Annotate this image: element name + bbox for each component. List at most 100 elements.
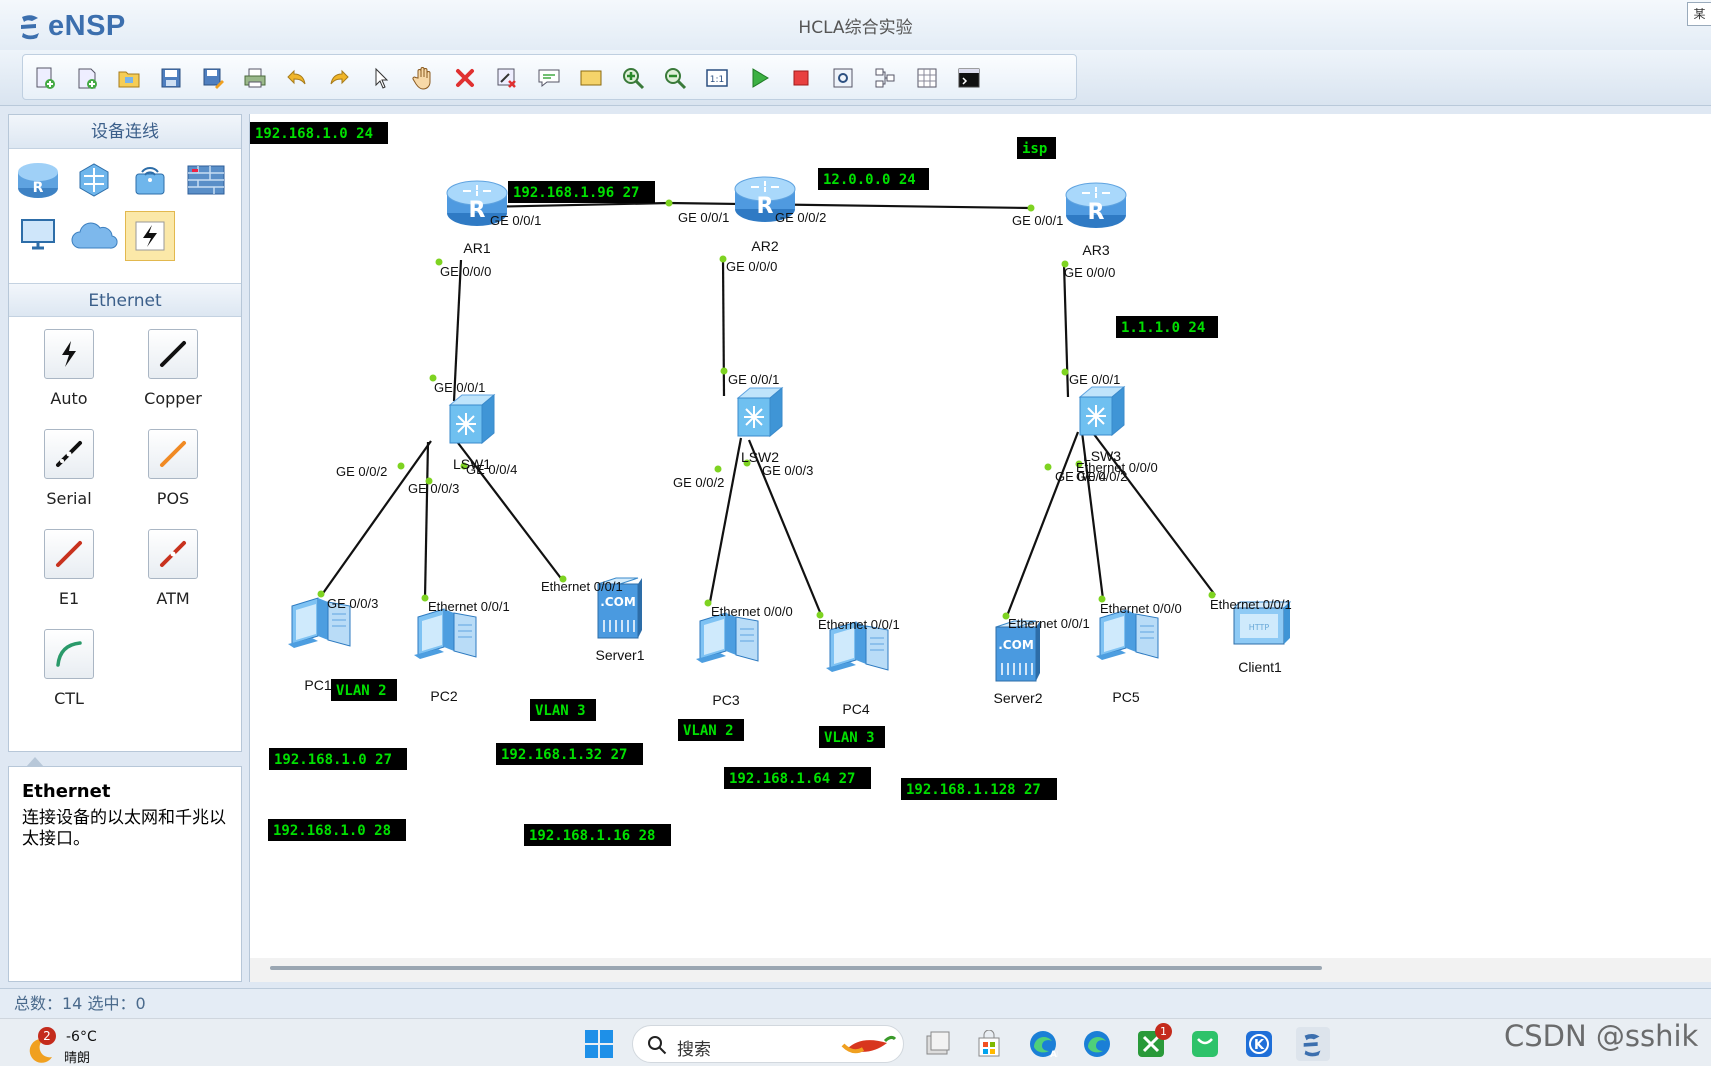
save-button[interactable] (157, 64, 185, 92)
device-ar3[interactable]: AR3 (1065, 182, 1127, 258)
zoom-in-button[interactable] (619, 64, 647, 92)
device-client1[interactable]: HTTP Client1 (1233, 601, 1291, 675)
topology-view-button[interactable] (871, 64, 899, 92)
new-topology-button[interactable] (31, 64, 59, 92)
taskbar-search[interactable]: 搜索 (632, 1025, 904, 1063)
note-label[interactable]: 192.168.1.0 28 (268, 819, 406, 841)
topology-svg[interactable]: R (250, 114, 1711, 958)
add-note-button[interactable] (535, 64, 563, 92)
k-app[interactable]: K (1242, 1027, 1276, 1061)
save-as-icon (203, 68, 224, 89)
ensp-app[interactable] (1296, 1027, 1330, 1061)
device-pc1[interactable]: PC1 (287, 597, 351, 693)
network-link[interactable] (480, 201, 670, 209)
cable-category-button[interactable] (125, 211, 175, 261)
grid-button[interactable] (913, 64, 941, 92)
note-label[interactable]: 12.0.0.0 24 (818, 168, 929, 190)
device-lsw3[interactable]: LSW3 (1079, 386, 1125, 464)
note-label[interactable]: 1.1.1.0 24 (1116, 316, 1218, 338)
cable-e1[interactable]: E1 (14, 529, 124, 625)
note-label[interactable]: 192.168.1.128 27 (901, 778, 1057, 800)
cable-pos[interactable]: POS (118, 429, 228, 525)
window-edge-button[interactable]: 某 (1687, 2, 1711, 26)
note-label[interactable]: 192.168.1.96 27 (508, 181, 655, 203)
undo-icon (287, 69, 306, 85)
device-label: Client1 (1238, 659, 1282, 675)
redo-button[interactable] (325, 64, 353, 92)
store-app[interactable] (972, 1027, 1006, 1061)
note-label[interactable]: 192.168.1.64 27 (724, 767, 871, 789)
horizontal-scrollbar-track[interactable] (250, 958, 1711, 982)
weather-widget[interactable]: 2 -6°C 晴朗 (24, 1025, 104, 1066)
wireless-category-button[interactable] (125, 155, 175, 205)
wechat-app[interactable] (1188, 1027, 1222, 1061)
status-bar: 总数：14 选中：0 (0, 988, 1711, 1018)
horizontal-scrollbar-thumb[interactable] (270, 966, 1322, 970)
note-label[interactable]: VLAN 2 (331, 679, 397, 701)
pan-button[interactable] (409, 64, 437, 92)
print-button[interactable] (241, 64, 269, 92)
add-rectangle-button[interactable] (577, 64, 605, 92)
port-dot (317, 590, 325, 598)
router-category-button[interactable]: R (13, 155, 63, 205)
cable-serial[interactable]: Serial (14, 429, 124, 525)
firewall-category-button[interactable] (181, 155, 231, 205)
network-link[interactable] (721, 257, 726, 397)
cloud-category-button[interactable] (69, 211, 119, 261)
note-label[interactable]: 192.168.1.16 28 (524, 824, 671, 846)
ensp-icon (1303, 1033, 1321, 1057)
note-text: VLAN 2 (336, 683, 387, 699)
device-server2[interactable]: .COM Server2 (993, 620, 1043, 706)
cable-atm[interactable]: ATM (118, 529, 228, 625)
cable-auto[interactable]: Auto (14, 329, 124, 425)
client-icon-text: HTTP (1249, 623, 1270, 632)
network-link[interactable] (1005, 431, 1080, 617)
cable-copper[interactable]: Copper (118, 329, 228, 425)
note-label[interactable]: VLAN 3 (819, 726, 885, 748)
device-lsw2[interactable]: LSW2 (737, 387, 783, 465)
xbox-app[interactable]: 1 (1134, 1023, 1172, 1061)
pc-category-button[interactable] (13, 211, 63, 261)
note-label[interactable]: isp (1017, 137, 1056, 159)
interface-tag-button[interactable] (955, 64, 983, 92)
edge-ai-app[interactable]: AI (1026, 1027, 1060, 1061)
network-link[interactable] (668, 201, 1032, 210)
network-link[interactable] (423, 441, 430, 599)
undo-button[interactable] (283, 64, 311, 92)
zoom-out-button[interactable] (661, 64, 689, 92)
stop-device-button[interactable] (787, 64, 815, 92)
save-as-button[interactable] (199, 64, 227, 92)
select-button[interactable] (367, 64, 395, 92)
capture-button[interactable] (829, 64, 857, 92)
svg-text:K: K (1254, 1038, 1265, 1053)
cable-ctl[interactable]: CTL (14, 629, 124, 725)
new-exam-button[interactable] (73, 64, 101, 92)
switch-category-button[interactable] (69, 155, 119, 205)
network-link[interactable] (708, 437, 743, 603)
topology-canvas[interactable]: R (249, 114, 1711, 982)
delete-link-button[interactable] (493, 64, 521, 92)
device-label: PC4 (842, 701, 869, 717)
note-label[interactable]: VLAN 3 (530, 699, 596, 721)
pc-icon (1095, 609, 1159, 661)
device-pc3[interactable]: PC3 (695, 612, 759, 708)
note-label[interactable]: 192.168.1.32 27 (496, 743, 643, 765)
note-label[interactable]: 192.168.1.0 27 (269, 748, 407, 770)
delete-button[interactable] (451, 64, 479, 92)
device-pc2[interactable]: PC2 (413, 608, 477, 704)
note-label[interactable]: VLAN 2 (678, 719, 744, 741)
device-pc5[interactable]: PC5 (1095, 609, 1159, 705)
start-button[interactable] (584, 1029, 614, 1059)
network-link[interactable] (1062, 263, 1070, 398)
port-dot (1027, 204, 1035, 212)
fit-button[interactable]: 1:1 (703, 64, 731, 92)
devices-header: 设备连线 (9, 115, 241, 149)
device-pc4[interactable]: PC4 (825, 621, 889, 717)
open-button[interactable] (115, 64, 143, 92)
port-label: GE 0/0/3 (327, 596, 378, 611)
note-label[interactable]: 192.168.1.0 24 (250, 122, 388, 144)
edge-app[interactable] (1080, 1027, 1114, 1061)
device-lsw1[interactable]: LSW1 (449, 394, 495, 472)
start-device-button[interactable] (745, 64, 773, 92)
file-explorer-app[interactable] (920, 1027, 954, 1061)
